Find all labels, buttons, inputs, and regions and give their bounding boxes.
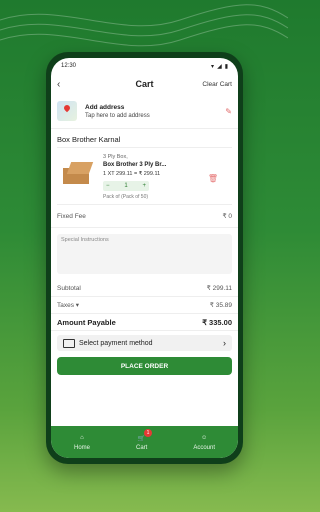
increment-button[interactable]: + (142, 183, 146, 189)
status-bar: 12:30 ▾ ◢ ▮ (51, 58, 238, 74)
place-order-button[interactable]: PLACE ORDER (57, 357, 232, 375)
decrement-button[interactable]: − (106, 183, 110, 189)
signal-icon: ◢ (217, 63, 222, 70)
tab-account[interactable]: ☺ Account (193, 433, 215, 451)
page-title: Cart (135, 79, 154, 89)
amount-payable-label: Amount Payable (57, 317, 116, 327)
amount-payable-value: ₹ 335.00 (202, 317, 232, 327)
taxes-row[interactable]: Taxes ▾ ₹ 35.89 (51, 297, 238, 314)
quantity-stepper: − 1 + (103, 181, 149, 191)
payment-method-selector[interactable]: Select payment method › (57, 335, 232, 351)
quantity-value: 1 (124, 183, 128, 189)
tab-account-label: Account (193, 445, 215, 451)
item-category: 3 Ply Box, (103, 154, 128, 160)
app-screen: 12:30 ▾ ◢ ▮ ‹ Cart Clear Cart Add addres… (51, 58, 238, 458)
phone-frame: 12:30 ▾ ◢ ▮ ‹ Cart Clear Cart Add addres… (46, 52, 243, 464)
tab-home[interactable]: ⌂ Home (74, 433, 90, 451)
map-icon (57, 101, 77, 121)
special-instructions-input[interactable]: Special Instructions (57, 234, 232, 274)
fixed-fee-label: Fixed Fee (57, 212, 86, 220)
taxes-value: ₹ 35.89 (209, 302, 232, 309)
item-pack: Pack of (Pack of 50) (103, 194, 149, 200)
tab-cart-label: Cart (135, 445, 148, 451)
fixed-fee-row: Fixed Fee ₹ 0 (51, 205, 238, 228)
address-title: Add address (85, 103, 125, 111)
card-icon (63, 338, 75, 348)
amount-payable-row: Amount Payable ₹ 335.00 (51, 314, 238, 331)
product-image (61, 158, 97, 188)
wifi-icon: ▾ (211, 63, 215, 70)
account-icon: ☺ (201, 435, 208, 441)
subtotal-row: Subtotal ₹ 299.11 (51, 280, 238, 297)
cart-badge: 1 (143, 429, 152, 437)
home-icon: ⌂ (80, 435, 84, 441)
chevron-down-icon: ▾ (73, 302, 80, 309)
address-subtitle: Tap here to add address (85, 112, 150, 119)
subtotal-value: ₹ 299.11 (206, 285, 232, 292)
subtotal-label: Subtotal (57, 284, 81, 292)
tab-cart[interactable]: 🛒 1 Cart (135, 429, 152, 451)
cart-item: 3 Ply Box, Box Brother 3 Ply Br... 1 XT … (57, 147, 232, 205)
status-icons: ▾ ◢ ▮ (211, 63, 228, 70)
delete-icon[interactable]: 🗑 (208, 174, 218, 183)
battery-icon: ▮ (224, 63, 228, 70)
taxes-label: Taxes (57, 302, 74, 309)
order-summary: Subtotal ₹ 299.11 Taxes ▾ ₹ 35.89 Amount… (51, 280, 238, 331)
edit-icon[interactable]: ✎ (225, 107, 232, 116)
status-time: 12:30 (61, 63, 77, 69)
bottom-tab-bar: ⌂ Home 🛒 1 Cart ☺ Account (51, 426, 238, 458)
item-name: Box Brother 3 Ply Br... (103, 162, 167, 168)
chevron-right-icon: › (223, 338, 226, 348)
header: ‹ Cart Clear Cart (51, 74, 238, 94)
fixed-fee-value: ₹ 0 (222, 213, 232, 220)
add-address-row[interactable]: Add address Tap here to add address ✎ (51, 94, 238, 128)
payment-label: Select payment method (79, 339, 153, 347)
store-name: Box Brother Karnal (51, 128, 238, 147)
tab-home-label: Home (73, 445, 90, 451)
